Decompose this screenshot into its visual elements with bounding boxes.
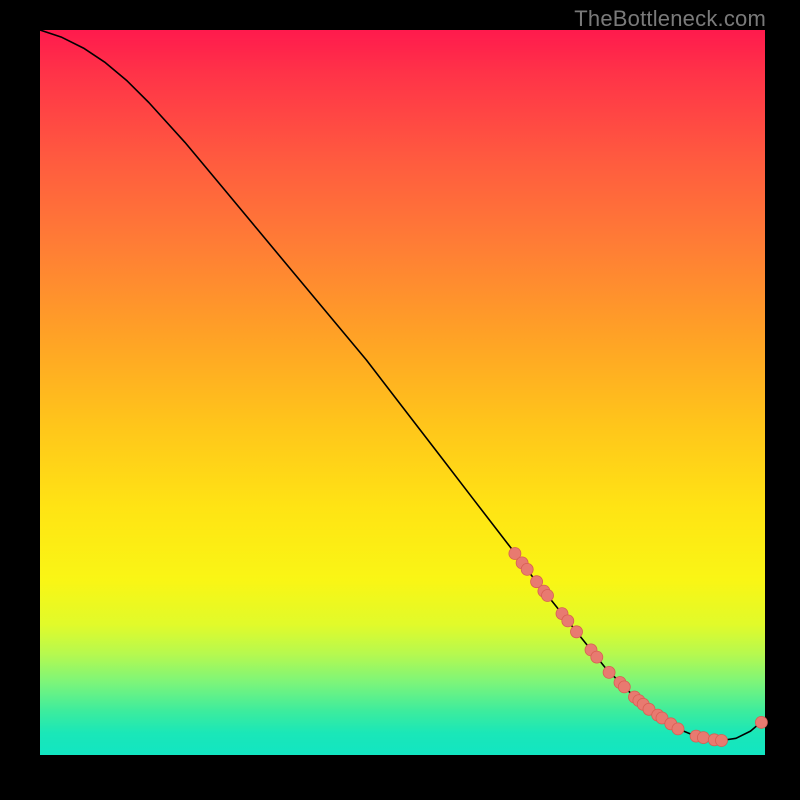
marker-dot xyxy=(591,651,603,663)
marker-dot xyxy=(521,563,533,575)
watermark-text: TheBottleneck.com xyxy=(574,6,766,32)
chart-overlay xyxy=(40,30,765,755)
marker-dot xyxy=(542,590,554,602)
marker-dot xyxy=(697,732,709,744)
marker-dot xyxy=(603,666,615,678)
marker-dot xyxy=(672,723,684,735)
marker-dot xyxy=(618,681,630,693)
curve-line xyxy=(40,30,765,741)
marker-dots xyxy=(509,548,768,747)
marker-dot xyxy=(562,615,574,627)
marker-dot xyxy=(755,716,767,728)
marker-dot xyxy=(571,626,583,638)
marker-dot xyxy=(716,735,728,747)
